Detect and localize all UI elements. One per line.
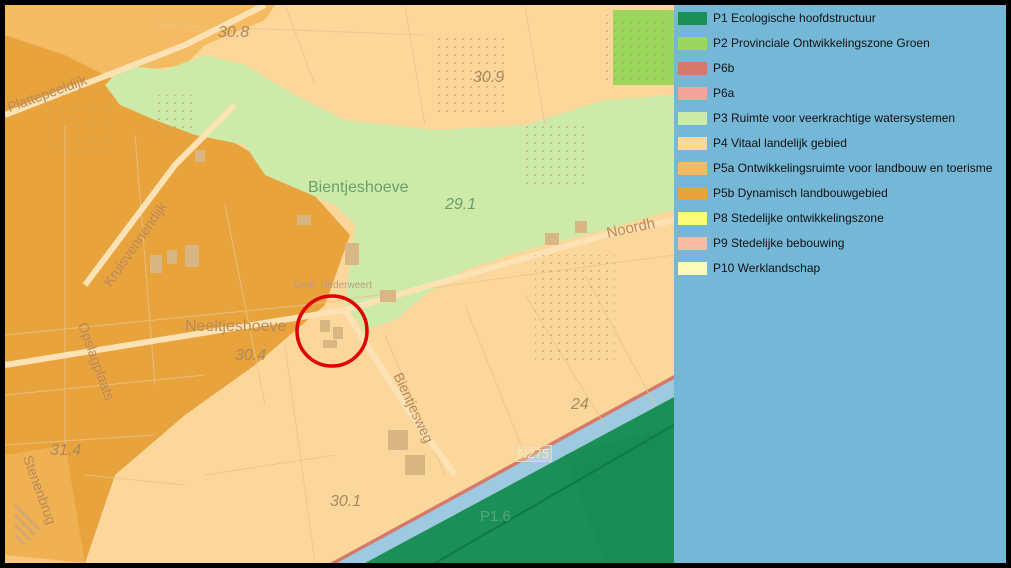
legend-swatch: [678, 111, 707, 125]
label-height-301: 30.1: [330, 493, 362, 510]
legend-swatch: [678, 36, 707, 50]
legend-item-p5b: P5b Dynamisch landbouwgebied: [678, 185, 888, 201]
legend-item-p3: P3 Ruimte voor veerkrachtige watersystem…: [678, 110, 955, 126]
legend-label: P8 Stedelijke ontwikkelingszone: [713, 211, 884, 225]
legend-item-p6a: P6a: [678, 85, 734, 101]
legend-item-p2: P2 Provinciale Ontwikkelingszone Groen: [678, 35, 930, 51]
legend-label: P10 Werklandschap: [713, 261, 821, 275]
label-height-309: 30.9: [473, 69, 505, 86]
legend-label: P6b: [713, 61, 735, 75]
legend-label: P3 Ruimte voor veerkrachtige watersystem…: [713, 111, 956, 125]
legend-item-p9: P9 Stedelijke bebouwing: [678, 235, 844, 251]
legend-label: P9 Stedelijke bebouwing: [713, 236, 845, 250]
label-height-24: 24: [571, 396, 589, 413]
label-gem-nederweert: Gem. Nederweert: [293, 280, 372, 291]
label-bientjeshoeve: Bientjeshoeve: [308, 179, 409, 196]
legend-swatch: [678, 86, 707, 100]
legend-swatch: [678, 136, 707, 150]
legend-item-p1: P1 Ecologische hoofdstructuur: [678, 10, 876, 26]
legend-label: P6a: [713, 86, 735, 100]
legend-swatch: [678, 236, 707, 250]
legend-swatch: [678, 186, 707, 200]
legend-swatch: [678, 261, 707, 275]
legend-label: P5b Dynamisch landbouwgebied: [713, 186, 888, 200]
label-road-n275: N275: [515, 445, 553, 462]
legend-label: P2 Provinciale Ontwikkelingszone Groen: [713, 36, 930, 50]
legend-swatch: [678, 211, 707, 225]
legend-label: P4 Vitaal landelijk gebied: [713, 136, 847, 150]
legend-item-p5a: P5a Ontwikkelingsruimte voor landbouw en…: [678, 160, 992, 176]
legend-swatch: [678, 11, 707, 25]
label-height-304: 30.4: [235, 347, 267, 364]
label-p16: P1.6: [480, 508, 511, 525]
label-neeltjeshoeve: Neeltjeshoeve: [185, 318, 287, 335]
label-height-314: 31.4: [50, 442, 82, 459]
legend-panel: P1 Ecologische hoofdstructuur P2 Provinc…: [674, 5, 1006, 563]
legend-item-p10: P10 Werklandschap: [678, 260, 820, 276]
viewer-frame: 30.8 30.9 Bientjeshoeve 29.1 Neeltjeshoe…: [5, 5, 1006, 563]
legend-swatch: [678, 161, 707, 175]
legend-swatch: [678, 61, 707, 75]
legend-label: P5a Ontwikkelingsruimte voor landbouw en…: [713, 161, 993, 175]
legend-label: P1 Ecologische hoofdstructuur: [713, 11, 876, 25]
legend-item-p6b: P6b: [678, 60, 734, 76]
legend-item-p4: P4 Vitaal landelijk gebied: [678, 135, 847, 151]
label-height-291: 29.1: [445, 196, 477, 213]
label-height-308: 30.8: [218, 24, 250, 41]
map-canvas[interactable]: 30.8 30.9 Bientjeshoeve 29.1 Neeltjeshoe…: [5, 5, 674, 563]
legend-item-p8: P8 Stedelijke ontwikkelingszone: [678, 210, 884, 226]
